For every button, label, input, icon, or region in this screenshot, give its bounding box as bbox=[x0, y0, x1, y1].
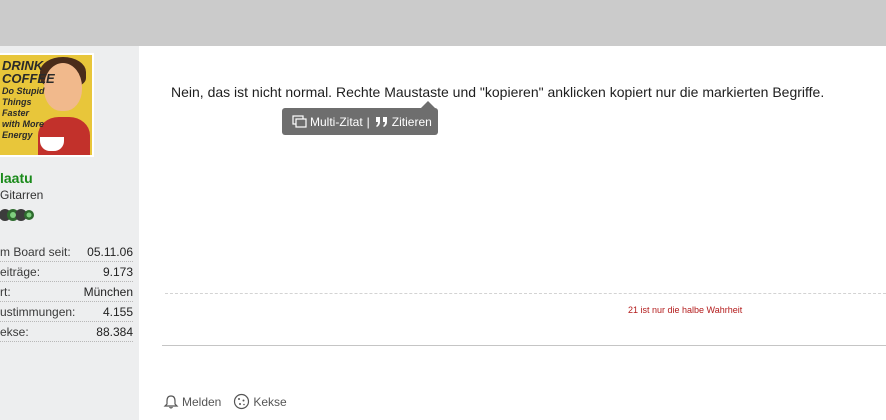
stat-row-location: rt: München bbox=[0, 282, 133, 302]
stat-label: ustimmungen: bbox=[0, 305, 76, 319]
avatar-line: COFFEE bbox=[2, 71, 55, 86]
quote-label: Zitieren bbox=[391, 114, 432, 129]
signature: 21 ist nur die halbe Wahrheit bbox=[628, 305, 743, 315]
user-title: Gitarren bbox=[0, 188, 44, 202]
avatar-line: with More bbox=[2, 119, 44, 129]
stat-value: 05.11.06 bbox=[87, 245, 133, 259]
report-label: Melden bbox=[182, 394, 222, 409]
multi-quote-button[interactable]: Multi-Zitat bbox=[292, 115, 363, 129]
stat-value: München bbox=[83, 285, 133, 299]
cookie-icon bbox=[234, 393, 250, 410]
post-actions: Melden Kekse bbox=[163, 393, 299, 410]
avatar-line: Things bbox=[2, 97, 32, 107]
top-bar bbox=[0, 0, 886, 46]
avatar[interactable]: DRINK COFFEE Do Stupid Things Faster wit… bbox=[0, 53, 94, 157]
avatar-caption: DRINK COFFEE Do Stupid Things Faster wit… bbox=[2, 59, 62, 140]
stat-row-posts: eiträge: 9.173 bbox=[0, 262, 133, 282]
avatar-line: Do Stupid bbox=[2, 86, 45, 96]
stat-label: eiträge: bbox=[0, 265, 41, 279]
post-message: Nein, das ist nicht normal. Rechte Maust… bbox=[171, 84, 825, 100]
signature-divider bbox=[165, 293, 886, 294]
cookies-button[interactable]: Kekse bbox=[233, 393, 287, 410]
quote-button[interactable]: Zitieren bbox=[374, 115, 432, 129]
footer-divider bbox=[162, 345, 886, 346]
multi-quote-label: Multi-Zitat bbox=[310, 114, 363, 129]
stat-label: ekse: bbox=[0, 325, 29, 339]
stat-value: 4.155 bbox=[102, 305, 133, 319]
stat-row-cookies: ekse: 88.384 bbox=[0, 322, 133, 342]
popup-separator: | bbox=[366, 114, 370, 129]
stat-value[interactable]: 9.173 bbox=[103, 265, 133, 279]
username-link[interactable]: laatu bbox=[0, 170, 33, 186]
report-button[interactable]: Melden bbox=[163, 394, 221, 410]
quote-marks-icon bbox=[375, 116, 387, 127]
stat-row-member-since: m Board seit: 05.11.06 bbox=[0, 242, 133, 262]
user-sidebar: DRINK COFFEE Do Stupid Things Faster wit… bbox=[0, 46, 139, 420]
quote-popup: Multi-Zitat | Zitieren bbox=[282, 101, 438, 135]
stat-label: rt: bbox=[0, 285, 11, 299]
multi-quote-icon bbox=[292, 114, 307, 128]
user-stats: m Board seit: 05.11.06 eiträge: 9.173 rt… bbox=[0, 242, 133, 342]
avatar-line: Faster bbox=[2, 108, 30, 118]
bell-icon bbox=[163, 394, 179, 409]
cookies-label: Kekse bbox=[253, 394, 287, 409]
rank-badge-icon bbox=[0, 209, 34, 221]
stat-value: 88.384 bbox=[96, 325, 133, 339]
stat-label: m Board seit: bbox=[0, 245, 71, 259]
avatar-line: Energy bbox=[2, 130, 33, 140]
stat-row-reactions: ustimmungen: 4.155 bbox=[0, 302, 133, 322]
